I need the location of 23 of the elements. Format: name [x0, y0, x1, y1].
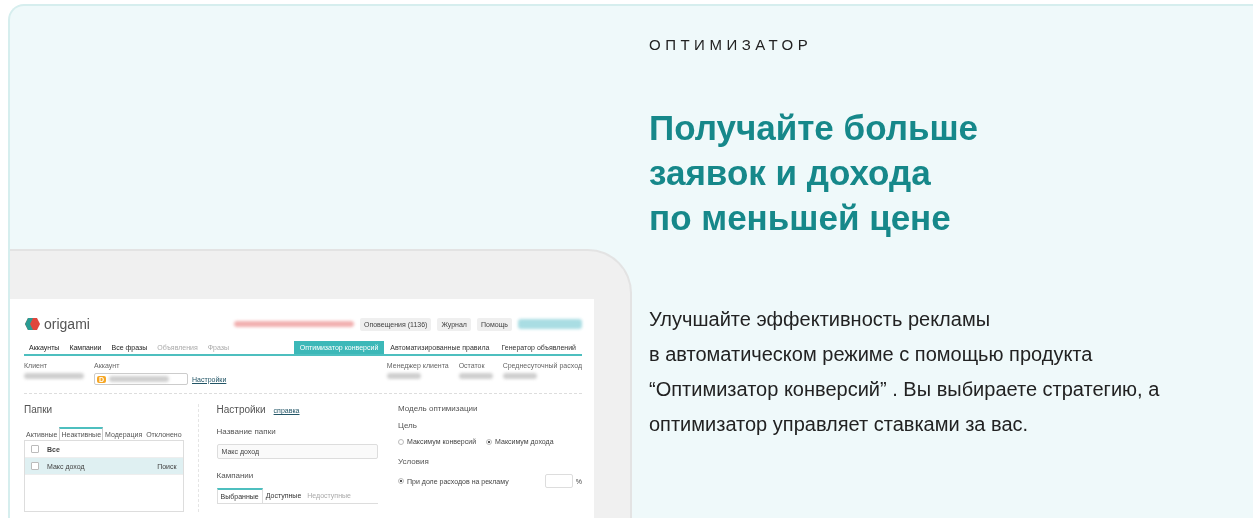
logo-icon — [24, 317, 40, 331]
radio-button[interactable] — [486, 438, 493, 445]
section-title: Папки — [24, 404, 54, 415]
radio-button[interactable] — [398, 478, 404, 484]
field-label: Цель — [398, 421, 418, 430]
checkbox[interactable] — [31, 462, 39, 470]
blurred-text — [386, 373, 421, 379]
blurred-text — [502, 373, 537, 379]
headline: Получайте больше заявок и дохода по меньшей цене — [649, 107, 980, 239]
section-title: Настройки — [216, 404, 266, 415]
field-label: Название папки — [216, 427, 277, 436]
field-label: Условия — [398, 457, 430, 466]
blurred-text — [458, 373, 493, 379]
logo-text: origami — [44, 316, 90, 332]
section-label: ОПТИМИЗАТОР — [649, 36, 814, 53]
section-title: Модель оптимизации — [398, 404, 479, 413]
field-label: Кампании — [216, 471, 255, 480]
description: Улучшайте эффективность рекламы в автоматическом режиме с помощью продукта “Оптимизатор конверсий” . Вы выбираете стратегию, а оптимизатор управляет ставками за вас. — [649, 307, 1161, 437]
blurred-text — [109, 376, 170, 382]
blurred-text — [24, 373, 84, 379]
checkbox[interactable] — [31, 445, 39, 453]
radio-button[interactable] — [398, 438, 404, 445]
percent-field[interactable] — [544, 474, 573, 488]
